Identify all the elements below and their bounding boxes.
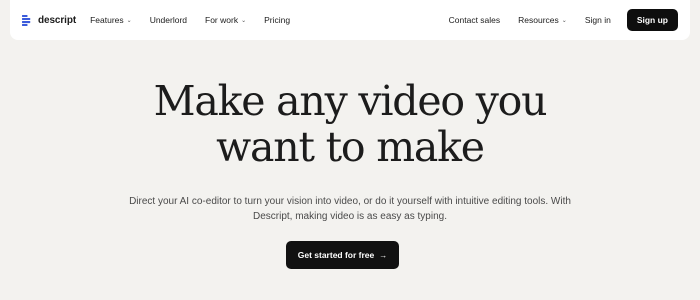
get-started-button[interactable]: Get started for free → <box>286 241 399 269</box>
nav-item-contact-sales[interactable]: Contact sales <box>449 15 501 25</box>
nav-item-label: Underlord <box>149 15 188 25</box>
nav-left-menu: Features ⌄ Underlord For work ⌄ Pricing <box>90 15 308 25</box>
hero-title-line-2: want to make <box>216 123 485 171</box>
descript-logo[interactable]: descript <box>22 14 77 26</box>
nav-item-resources[interactable]: Resources ⌄ <box>518 15 567 25</box>
sign-up-button[interactable]: Sign up <box>626 9 678 31</box>
hero-title-line-1: Make any video you <box>153 77 548 125</box>
page: descript Features ⌄ Underlord For work ⌄… <box>0 0 700 300</box>
chevron-down-icon: ⌄ <box>126 17 132 24</box>
top-navbar: descript Features ⌄ Underlord For work ⌄… <box>10 0 690 40</box>
cta-label: Get started for free <box>297 250 375 260</box>
hero-subtitle-line-1: Direct your AI co-editor to turn your vi… <box>129 196 571 207</box>
hero-subtitle-line-2: Descript, making video is as easy as typ… <box>253 211 447 222</box>
nav-item-label: Pricing <box>264 15 291 25</box>
logo-text: descript <box>38 14 77 26</box>
nav-item-label: Sign in <box>584 15 611 25</box>
chevron-down-icon: ⌄ <box>241 17 247 24</box>
arrow-right-icon: → <box>379 250 388 260</box>
nav-right-menu: Contact sales Resources ⌄ Sign in Sign u… <box>431 9 678 31</box>
hero-title: Make any video you want to make <box>0 78 700 170</box>
chevron-down-icon: ⌄ <box>561 17 567 24</box>
nav-item-label: For work <box>205 15 239 25</box>
nav-item-sign-in[interactable]: Sign in <box>585 15 611 25</box>
hero-subtitle: Direct your AI co-editor to turn your vi… <box>110 194 590 224</box>
nav-item-label: Features <box>90 15 124 25</box>
nav-item-features[interactable]: Features ⌄ <box>90 15 132 25</box>
nav-item-label: Contact sales <box>448 15 501 25</box>
nav-item-label: Resources <box>518 15 559 25</box>
nav-item-pricing[interactable]: Pricing <box>264 15 290 25</box>
nav-item-for-work[interactable]: For work ⌄ <box>205 15 246 25</box>
nav-item-underlord[interactable]: Underlord <box>150 15 187 25</box>
descript-logo-icon <box>22 14 31 26</box>
